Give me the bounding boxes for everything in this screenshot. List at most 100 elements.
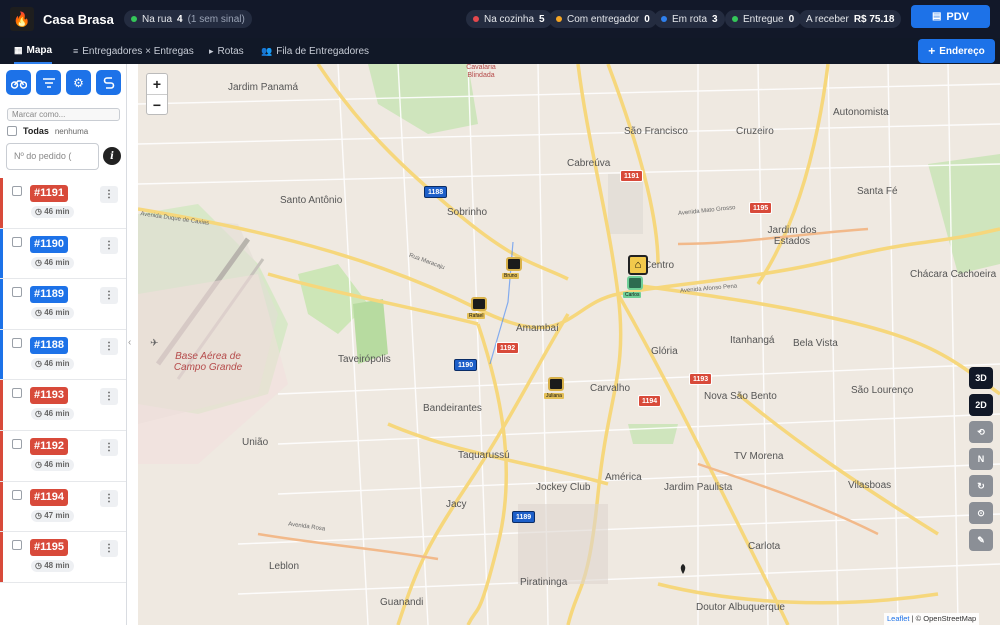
zoom-out-button[interactable]: − [147, 94, 167, 114]
map-label: TV Morena [734, 451, 784, 462]
order-time: ◷ 46 min [31, 206, 74, 218]
select-all-checkbox[interactable] [7, 126, 17, 136]
map-label: Autonomista [833, 107, 889, 118]
tab-label: Entregadores × Entregas [82, 45, 194, 57]
status-na-rua[interactable]: Na rua 4 (1 sem sinal) [124, 10, 252, 28]
order-number: #1188 [30, 336, 68, 354]
rider-name: Juliana [544, 393, 564, 399]
more-options-icon[interactable]: ⋮ [100, 489, 118, 507]
order-number-input[interactable]: Nº do pedido ( [6, 143, 99, 170]
status-dot [732, 16, 738, 22]
order-card[interactable]: #1193 ◷ 46 min ⋮ [0, 380, 126, 431]
more-options-icon[interactable]: ⋮ [100, 186, 118, 203]
pdv-button[interactable]: ▤ PDV [911, 5, 990, 28]
order-list: #1191 ◷ 46 min ⋮ #1190 ◷ 46 min ⋮ #1189 … [0, 178, 126, 583]
status-em-rota[interactable]: Em rota 3 [654, 10, 725, 28]
map-label: São Francisco [624, 126, 688, 137]
more-options-icon[interactable]: ⋮ [100, 236, 118, 254]
order-card[interactable]: #1188 ◷ 46 min ⋮ [0, 329, 126, 381]
nenhuma-link[interactable]: nenhuma [55, 127, 88, 136]
map-label: Cavalaria Blindada [466, 64, 496, 79]
leaflet-link[interactable]: Leaflet [887, 614, 910, 623]
order-checkbox[interactable] [12, 186, 22, 196]
rider-marker[interactable]: Bruno [502, 257, 522, 279]
map-order-marker[interactable]: 1192 [496, 342, 520, 354]
order-checkbox[interactable] [12, 287, 22, 298]
order-time: ◷ 46 min [31, 256, 74, 269]
tab-label: Rotas [217, 45, 244, 57]
map-order-marker[interactable]: 1195 [749, 202, 773, 214]
view-2d-button[interactable]: 2D [969, 394, 993, 416]
status-com-entregador[interactable]: Com entregador 0 [549, 10, 657, 28]
route-icon[interactable] [96, 70, 121, 95]
map-order-marker[interactable]: 1189 [512, 511, 536, 523]
order-number: #1193 [30, 387, 68, 405]
order-card[interactable]: #1189 ◷ 46 min ⋮ [0, 279, 126, 330]
status-dot [556, 16, 562, 22]
more-options-icon[interactable]: ⋮ [100, 540, 118, 558]
tab-rotas[interactable]: ▸ Rotas [209, 38, 244, 64]
order-checkbox[interactable] [12, 540, 22, 551]
map-order-marker[interactable]: 1191 [620, 170, 644, 182]
rider-marker[interactable]: Rafael [467, 297, 487, 319]
info-icon[interactable]: i [103, 147, 121, 165]
order-checkbox[interactable] [12, 438, 22, 449]
status-a-receber: A receber R$ 75.18 [799, 10, 902, 28]
order-card[interactable]: #1191 ◷ 46 min ⋮ [0, 178, 126, 229]
draw-icon[interactable]: ✎ [969, 529, 993, 551]
map-order-marker[interactable]: 1193 [689, 373, 713, 385]
status-bar [0, 228, 3, 279]
status-bar [0, 430, 3, 481]
map-label: Glória [651, 346, 678, 357]
more-options-icon[interactable]: ⋮ [100, 388, 118, 406]
rider-marker[interactable]: Carlos [623, 276, 643, 298]
order-card[interactable]: #1190 ◷ 46 min ⋮ [0, 228, 126, 280]
order-card[interactable]: #1195 ◷ 48 min ⋮ [0, 532, 126, 583]
order-time: ◷ 48 min [31, 560, 74, 573]
motorcycle-glyph [10, 79, 27, 89]
map-label: Cruzeiro [736, 126, 774, 137]
status-bar [0, 532, 3, 582]
view-3d-button[interactable]: 3D [969, 367, 993, 389]
more-options-icon[interactable]: ⋮ [100, 337, 118, 355]
map-order-marker[interactable]: 1190 [454, 359, 478, 371]
rider-marker[interactable]: Juliana [544, 377, 564, 399]
more-options-icon[interactable]: ⋮ [100, 438, 118, 456]
map-canvas[interactable]: ✈ + − Jardim Panamá Santo Antônio Sobrin… [138, 64, 1000, 625]
rotate-icon[interactable]: ↻ [969, 475, 993, 497]
more-options-icon[interactable]: ⋮ [100, 287, 118, 305]
tab-entregadores-entregas[interactable]: ≡ Entregadores × Entregas [73, 38, 194, 64]
mark-as-select[interactable]: Marcar como... [7, 108, 120, 121]
status-entregue[interactable]: Entregue 0 [725, 10, 802, 28]
collapse-sidebar-icon[interactable]: ‹ [128, 337, 131, 348]
map-label: Jacy [446, 499, 467, 510]
order-card[interactable]: #1192 ◷ 46 min ⋮ [0, 430, 126, 482]
tab-fila-entregadores[interactable]: 👥 Fila de Entregadores [261, 38, 369, 64]
map-label: Jockey Club [536, 482, 591, 493]
map-label: São Lourenço [851, 385, 914, 396]
order-time-value: 47 min [44, 510, 70, 520]
status-na-cozinha[interactable]: Na cozinha 5 [466, 10, 552, 28]
tab-mapa[interactable]: ▦ Mapa [14, 38, 53, 64]
map-attribution: Leaflet | © OpenStreetMap [884, 613, 980, 625]
locate-icon[interactable]: ⊙ [969, 502, 993, 524]
zoom-in-button[interactable]: + [147, 74, 167, 94]
reset-rotation-icon[interactable]: ⟲ [969, 421, 993, 443]
map-order-marker[interactable]: 1194 [638, 395, 662, 407]
order-checkbox[interactable] [12, 489, 22, 500]
restaurant-home-icon[interactable]: ⌂ [628, 255, 648, 275]
gear-icon[interactable]: ⚙ [66, 70, 91, 95]
order-time-value: 46 min [44, 409, 70, 419]
filter-icon[interactable] [36, 70, 61, 95]
endereco-label: Endereço [939, 45, 985, 57]
map-order-marker[interactable]: 1188 [424, 186, 448, 198]
order-card[interactable]: #1194 ◷ 47 min ⋮ [0, 481, 126, 533]
order-checkbox[interactable] [12, 337, 22, 348]
order-checkbox[interactable] [12, 388, 22, 399]
map-label: Taveirópolis [338, 354, 391, 365]
north-button[interactable]: N [969, 448, 993, 470]
motorcycle-icon[interactable] [6, 70, 31, 95]
order-checkbox[interactable] [12, 236, 22, 247]
status-dot [131, 16, 137, 22]
add-endereco-button[interactable]: + Endereço [918, 39, 995, 63]
